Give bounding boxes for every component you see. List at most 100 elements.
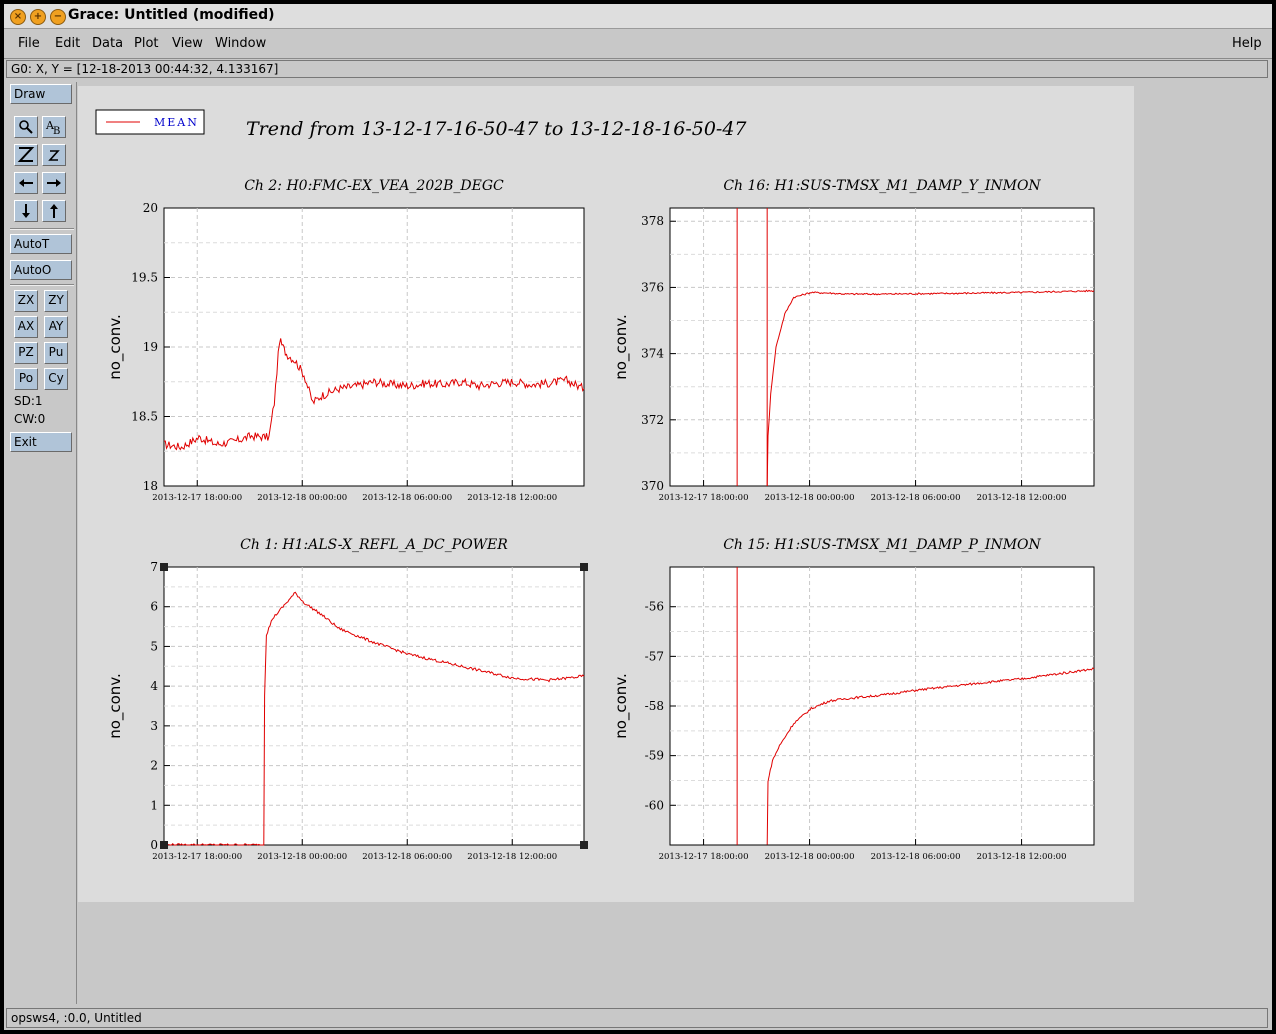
current-world-label: CW:0 [14,412,46,426]
y-tick-label: 2 [150,759,158,773]
draw-button[interactable]: Draw [10,84,72,104]
plot-canvas[interactable]: MEAN Trend from 13-12-17-16-50-47 to 13-… [78,86,1134,902]
x-tick-label: 2013-12-18 06:00:00 [871,493,961,503]
arrow-down-icon [22,204,30,218]
arrow-up-icon [50,204,58,218]
x-tick-label: 2013-12-18 12:00:00 [977,852,1067,862]
toolbar-divider [10,228,74,230]
menu-window[interactable]: Window [215,36,266,51]
x-tick-label: 2013-12-17 18:00:00 [152,852,242,862]
status-bar: opsws4, :0.0, Untitled [6,1008,1268,1028]
tool-panel: Draw AB AutoT AutoO ZX ZY AX AY PZ Pu Po… [6,82,77,1004]
graph-title: Ch 16: H1:SUS-TMSX_M1_DAMP_Y_INMON [723,178,1041,194]
zoom-out-button[interactable] [42,144,66,166]
graph-title: Ch 2: H0:FMC-EX_VEA_202B_DEGC [244,178,504,194]
selection-handle[interactable] [160,563,168,571]
y-tick-label: -59 [645,749,664,763]
scroll-up-button[interactable] [42,200,66,222]
push-zoom-button[interactable]: PZ [14,342,38,364]
zoom-y-button[interactable]: ZY [44,290,68,312]
y-axis-label: no_conv. [612,314,631,380]
autoscale-button[interactable]: AutoT [10,234,72,254]
y-tick-label: 378 [641,214,664,228]
pop-button[interactable]: Po [14,368,38,390]
y-axis-label: no_conv. [612,673,631,739]
autoscale-x-button[interactable]: AX [14,316,38,338]
text-button[interactable]: AB [42,116,66,138]
push-button[interactable]: Pu [44,342,68,364]
scroll-left-button[interactable] [14,172,38,194]
x-tick-label: 2013-12-17 18:00:00 [659,493,749,503]
y-tick-label: -60 [645,798,664,812]
application-window: × + − Grace: Untitled (modified) File Ed… [4,4,1272,1030]
y-tick-label: 5 [150,639,158,653]
scroll-right-button[interactable] [42,172,66,194]
y-tick-label: -56 [645,600,664,614]
toolbar-divider [10,284,74,286]
close-icon[interactable]: × [10,9,26,25]
y-tick-label: 376 [641,280,664,294]
y-tick-label: 4 [150,679,158,693]
scroll-down-button[interactable] [14,200,38,222]
y-tick-label: 0 [150,838,158,852]
graph-title: Ch 15: H1:SUS-TMSX_M1_DAMP_P_INMON [723,537,1041,553]
minimize-icon[interactable]: − [50,9,66,25]
x-tick-label: 2013-12-18 12:00:00 [467,852,557,862]
y-tick-label: 374 [641,347,664,361]
menu-help[interactable]: Help [1232,36,1262,51]
zoom-out-icon [48,150,60,161]
locator-bar: G0: X, Y = [12-18-2013 00:44:32, 4.13316… [6,60,1268,78]
x-tick-label: 2013-12-18 06:00:00 [362,493,452,503]
y-tick-label: -58 [645,699,664,713]
zoom-x-button[interactable]: ZX [14,290,38,312]
maximize-icon[interactable]: + [30,9,46,25]
selection-handle[interactable] [580,563,588,571]
legend-label: MEAN [154,116,199,129]
y-tick-label: 19.5 [131,271,158,285]
selection-handle[interactable] [160,841,168,849]
x-tick-label: 2013-12-18 00:00:00 [257,852,347,862]
x-tick-label: 2013-12-18 12:00:00 [977,493,1067,503]
y-axis-label: no_conv. [106,673,125,739]
plot-title: Trend from 13-12-17-16-50-47 to 13-12-18… [246,118,747,140]
y-axis-label: no_conv. [106,314,125,380]
window-title: Grace: Untitled (modified) [68,7,275,23]
graph-frame[interactable] [669,207,1095,487]
menu-bar: File Edit Data Plot View Window Help [4,30,1272,59]
menu-edit[interactable]: Edit [55,36,80,51]
y-tick-label: 1 [150,798,158,812]
exit-button[interactable]: Exit [10,432,72,452]
selection-handle[interactable] [580,841,588,849]
menu-plot[interactable]: Plot [134,36,159,51]
menu-data[interactable]: Data [92,36,123,51]
y-tick-label: 20 [143,201,158,215]
autoscale-on-button[interactable]: AutoO [10,260,72,280]
zoom-icon [19,120,33,134]
zoom-in-button[interactable] [14,144,38,166]
cycle-button[interactable]: Cy [44,368,68,390]
y-tick-label: 19 [143,340,158,354]
title-bar[interactable]: × + − Grace: Untitled (modified) [4,4,1272,29]
y-tick-label: 7 [150,560,158,574]
x-tick-label: 2013-12-17 18:00:00 [152,493,242,503]
x-tick-label: 2013-12-18 00:00:00 [765,852,855,862]
x-tick-label: 2013-12-17 18:00:00 [659,852,749,862]
x-tick-label: 2013-12-18 06:00:00 [871,852,961,862]
y-tick-label: 18.5 [131,410,158,424]
arrow-right-icon [47,179,61,187]
y-tick-label: 3 [150,719,158,733]
menu-file[interactable]: File [18,36,40,51]
y-tick-label: 370 [641,479,664,493]
y-tick-label: 18 [143,479,158,493]
x-tick-label: 2013-12-18 06:00:00 [362,852,452,862]
arrow-left-icon [19,179,33,187]
plot-svg: MEAN Trend from 13-12-17-16-50-47 to 13-… [95,109,1095,862]
stack-depth-label: SD:1 [14,394,43,408]
zoom-button[interactable] [14,116,38,138]
autoscale-y-button[interactable]: AY [44,316,68,338]
zoom-in-icon [17,147,35,162]
svg-text:B: B [53,126,60,137]
y-tick-label: -57 [645,649,664,663]
menu-view[interactable]: View [172,36,203,51]
graphs-group: Ch 2: H0:FMC-EX_VEA_202B_DEGC2019.51918.… [106,178,1095,862]
